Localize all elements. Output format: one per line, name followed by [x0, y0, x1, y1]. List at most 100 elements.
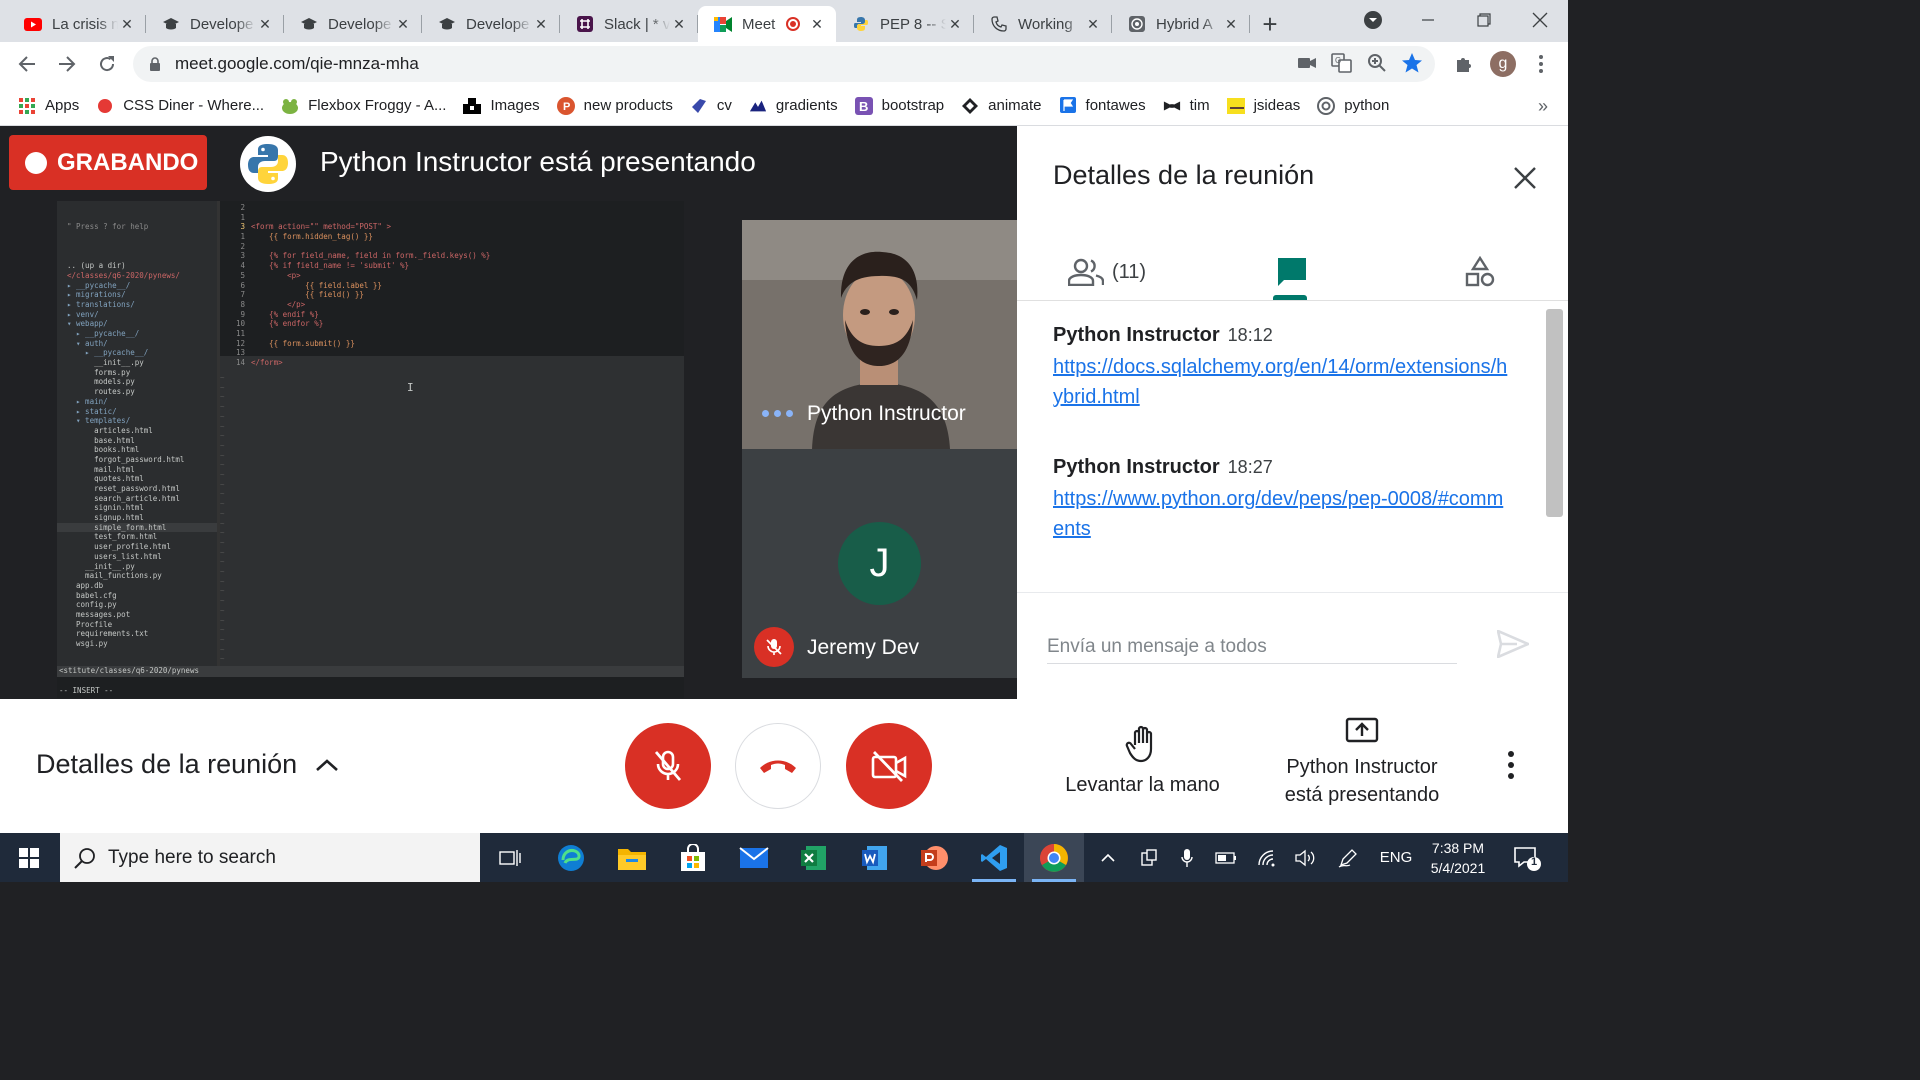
mic-muted-icon [754, 627, 794, 667]
bookmark-item[interactable]: cv [690, 97, 732, 115]
camera-toggle-button[interactable] [846, 723, 932, 809]
restore-button[interactable] [1456, 0, 1512, 40]
bookmark-item[interactable]: gradients [749, 97, 838, 115]
tab-item[interactable]: PEP 8 -- S ✕ [836, 6, 974, 42]
taskbar-word[interactable] [845, 833, 905, 882]
tab-item[interactable]: Hybrid A ✕ [1112, 6, 1250, 42]
start-button[interactable] [0, 833, 58, 882]
chat-compose [1047, 632, 1457, 664]
taskbar-mail[interactable] [724, 833, 784, 882]
close-panel-button[interactable] [1509, 162, 1541, 194]
taskbar-chrome[interactable] [1024, 833, 1084, 882]
reload-button[interactable] [87, 44, 127, 84]
action-center-button[interactable]: 1 [1512, 843, 1542, 873]
tab-active[interactable]: Meet ✕ [698, 6, 836, 42]
tab-item[interactable]: Develope ✕ [146, 6, 284, 42]
translate-icon[interactable]: G [1331, 52, 1353, 74]
bookmark-label: python [1344, 97, 1390, 114]
presenting-status-button[interactable]: Python Instructor está presentando [1262, 717, 1462, 809]
participant-tile[interactable]: Python Instructor [742, 220, 1017, 449]
tray-language-button[interactable]: ENG [1374, 833, 1418, 882]
bookmark-item[interactable]: tim [1163, 97, 1210, 115]
tab-activities[interactable] [1455, 244, 1505, 300]
send-message-button[interactable] [1495, 626, 1531, 662]
vim-empty-line-marker: ~ [220, 489, 225, 499]
vim-empty-line-marker: ~ [220, 576, 225, 586]
more-options-button[interactable] [1508, 751, 1514, 779]
close-tab-icon[interactable]: ✕ [1084, 16, 1102, 33]
tab-chat[interactable] [1267, 244, 1317, 300]
svg-text:G: G [1335, 56, 1341, 65]
tab-item[interactable]: Working ✕ [974, 6, 1112, 42]
message-link[interactable]: https://docs.sqlalchemy.org/en/14/orm/ex… [1053, 352, 1508, 412]
tab-item[interactable]: Slack | * v ✕ [560, 6, 698, 42]
tray-volume-button[interactable] [1291, 833, 1319, 882]
address-bar[interactable]: meet.google.com/qie-mnza-mha G [133, 46, 1435, 82]
tray-microphone-button[interactable] [1174, 833, 1200, 882]
participant-tile[interactable]: J Jeremy Dev [742, 449, 1017, 678]
device-icon [1141, 848, 1157, 866]
tab-item[interactable]: Develope ✕ [284, 6, 422, 42]
close-tab-icon[interactable]: ✕ [808, 16, 826, 33]
taskbar-vscode[interactable] [964, 833, 1024, 882]
close-tab-icon[interactable]: ✕ [256, 16, 274, 33]
chrome-menu-button[interactable] [1527, 50, 1555, 78]
close-tab-icon[interactable]: ✕ [1222, 16, 1240, 33]
task-view-button[interactable] [480, 833, 540, 882]
minimize-button[interactable] [1400, 0, 1456, 40]
new-tab-button[interactable]: + [1250, 6, 1290, 42]
bookmark-item[interactable]: Flexbox Froggy - A... [281, 97, 446, 115]
taskbar-excel[interactable] [784, 833, 844, 882]
taskbar-powerpoint[interactable] [904, 833, 964, 882]
tree-entry: messages.pot [67, 609, 131, 619]
close-tab-icon[interactable]: ✕ [670, 16, 688, 33]
extensions-button[interactable] [1450, 50, 1478, 78]
taskbar-edge[interactable] [541, 833, 601, 882]
taskbar-clock[interactable]: 7:38 PM 5/4/2021 [1418, 838, 1498, 878]
bookmark-item[interactable]: animate [961, 97, 1042, 115]
bookmark-item[interactable]: Apps [18, 97, 79, 115]
bookmark-item[interactable]: fontawes [1059, 96, 1146, 115]
camera-in-use-icon[interactable] [1297, 53, 1317, 73]
message-link[interactable]: https://www.python.org/dev/peps/pep-0008… [1053, 484, 1508, 544]
close-window-button[interactable] [1512, 0, 1568, 40]
taskbar-file-explorer[interactable] [602, 833, 662, 882]
tab-item[interactable]: La crisis n ✕ [8, 6, 146, 42]
vim-empty-line-marker: ~ [220, 596, 225, 606]
tab-item[interactable]: Develope ✕ [422, 6, 560, 42]
tab-people[interactable]: (11) [1057, 244, 1157, 300]
taskbar-search[interactable]: Type here to search [60, 833, 480, 882]
vim-status-line: <stitute/classes/q6-2020/pynews [57, 666, 684, 677]
tray-device-button[interactable] [1136, 833, 1162, 882]
profile-avatar[interactable]: g [1489, 50, 1517, 78]
bookmark-item[interactable]: Bbootstrap [854, 96, 944, 115]
taskbar-store[interactable] [663, 833, 723, 882]
tab-search-button[interactable] [1361, 8, 1385, 32]
forward-button[interactable] [47, 44, 87, 84]
close-tab-icon[interactable]: ✕ [532, 16, 550, 33]
bookmark-item[interactable]: jsideas [1226, 97, 1301, 115]
bookmark-star-icon[interactable] [1401, 52, 1423, 74]
mic-toggle-button[interactable] [625, 723, 711, 809]
chat-message-input[interactable] [1047, 632, 1457, 662]
leave-call-button[interactable] [735, 723, 821, 809]
close-tab-icon[interactable]: ✕ [394, 16, 412, 33]
raise-hand-button[interactable]: Levantar la mano [1050, 725, 1235, 799]
meeting-details-button[interactable]: Detalles de la reunión [36, 749, 339, 780]
close-tab-icon[interactable]: ✕ [118, 16, 136, 33]
tray-wifi-button[interactable] [1253, 833, 1281, 882]
bookmark-item[interactable]: Pnew products [556, 96, 673, 115]
reload-icon [100, 56, 115, 72]
back-button[interactable] [7, 44, 47, 84]
tray-overflow-button[interactable] [1094, 833, 1122, 882]
tray-pen-button[interactable] [1334, 833, 1362, 882]
close-tab-icon[interactable]: ✕ [946, 16, 964, 33]
bookmark-item[interactable]: CSS Diner - Where... [96, 97, 264, 115]
bookmarks-overflow-button[interactable]: » [1538, 96, 1548, 117]
tray-battery-button[interactable] [1212, 833, 1240, 882]
bookmark-item[interactable]: Images [463, 97, 540, 115]
zoom-icon[interactable] [1367, 53, 1387, 73]
bookmark-label: jsideas [1253, 97, 1301, 114]
bookmark-item[interactable]: python [1317, 96, 1390, 115]
chat-scrollbar[interactable] [1546, 309, 1563, 517]
